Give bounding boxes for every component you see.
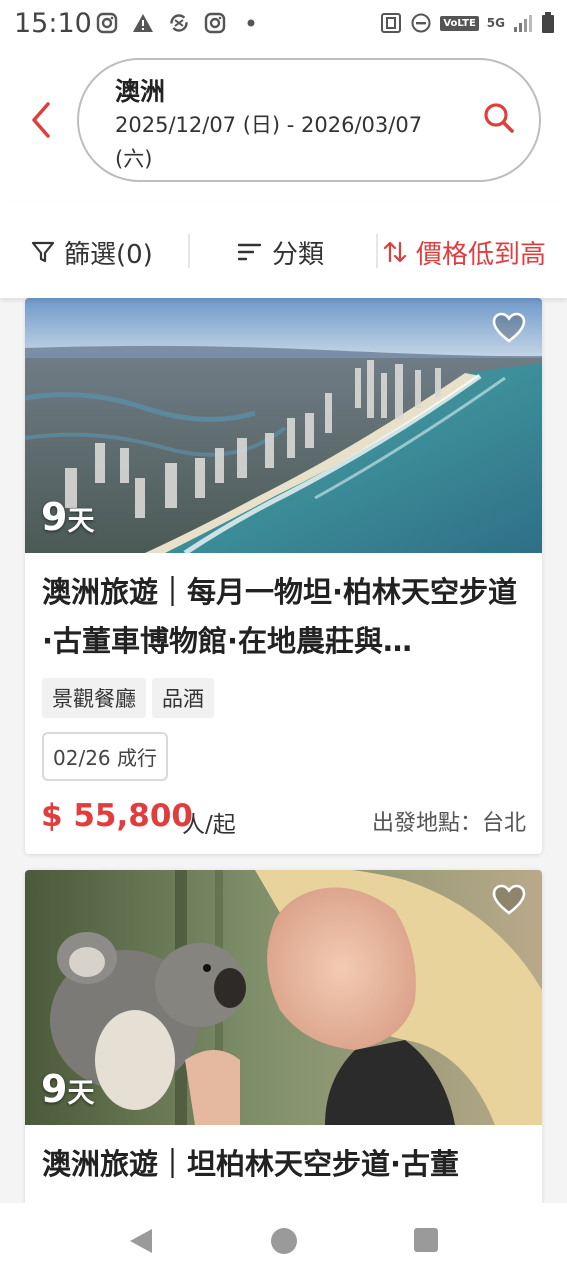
- tour-title[interactable]: 澳洲旅遊｜每月一物坦·柏林天空步道·古董車博物館·在地農莊與…: [42, 568, 526, 666]
- duration-number: 9: [41, 495, 68, 539]
- sort-button[interactable]: 分類: [236, 232, 324, 272]
- instagram-icon: [204, 12, 226, 34]
- signal-icon: [514, 15, 532, 32]
- status-left-icons: [96, 12, 262, 34]
- 5g-icon: 5G: [486, 16, 505, 30]
- tour-image-koala[interactable]: 9天: [25, 870, 542, 1125]
- recents-icon[interactable]: [413, 1227, 439, 1253]
- tour-duration: 9天: [41, 495, 94, 539]
- status-right-icons: VoLTE 5G: [380, 12, 555, 34]
- dot-icon: [247, 19, 255, 27]
- tag-badge: 景觀餐廳: [42, 678, 146, 718]
- duration-unit: 天: [67, 506, 95, 537]
- destination-text: 澳洲: [115, 77, 166, 106]
- warning-icon: [133, 14, 153, 32]
- price-sort-button[interactable]: 價格低到高: [382, 232, 546, 272]
- duration-number: 9: [41, 1067, 68, 1111]
- filter-bar: 篩選(0) 分類 價格低到高: [0, 202, 567, 298]
- search-summary-box[interactable]: 澳洲 2025/12/07 (日) - 2026/03/07 (六): [77, 58, 541, 182]
- status-time: 15:10: [14, 8, 92, 39]
- filter-label: 篩選(0): [64, 239, 153, 270]
- filter-icon: [31, 241, 55, 263]
- heart-icon[interactable]: [492, 884, 526, 916]
- heart-icon[interactable]: [492, 312, 526, 344]
- divider: [188, 234, 190, 268]
- tour-card[interactable]: 9天 澳洲旅遊｜坦柏林天空步道·古董: [25, 870, 542, 1203]
- date-range-text: 2025/12/07 (日) - 2026/03/07 (六): [115, 113, 423, 171]
- back-icon[interactable]: [128, 1227, 154, 1255]
- tag-badge: 品酒: [152, 678, 214, 718]
- tour-image-gold-coast[interactable]: 9天: [25, 298, 542, 553]
- nfc-icon: [381, 13, 402, 33]
- tour-tags: 景觀餐廳 品酒: [42, 678, 214, 718]
- tour-price: $ 55,800: [41, 798, 193, 834]
- duration-unit: 天: [67, 1078, 95, 1109]
- sort-lines-icon: [237, 243, 262, 261]
- status-bar: 15:10 VoLTE 5G: [0, 0, 567, 52]
- home-icon[interactable]: [270, 1227, 298, 1255]
- tour-title[interactable]: 澳洲旅遊｜坦柏林天空步道·古董: [42, 1140, 526, 1203]
- dnd-icon: [411, 13, 431, 33]
- search-header: 澳洲 2025/12/07 (日) - 2026/03/07 (六): [0, 52, 567, 202]
- tour-list: 9天 澳洲旅遊｜每月一物坦·柏林天空步道·古董車博物館·在地農莊與… 景觀餐廳 …: [0, 298, 567, 1203]
- tour-card[interactable]: 9天 澳洲旅遊｜每月一物坦·柏林天空步道·古董車博物館·在地農莊與… 景觀餐廳 …: [25, 298, 542, 854]
- volte-icon: VoLTE: [440, 15, 479, 31]
- sort-label: 分類: [272, 239, 325, 270]
- price-sort-label: 價格低到高: [416, 239, 547, 270]
- divider: [376, 234, 378, 268]
- system-nav-bar: [0, 1203, 567, 1280]
- battery-icon: [542, 12, 554, 33]
- filter-button[interactable]: 篩選(0): [30, 232, 153, 272]
- tour-duration: 9天: [41, 1067, 94, 1111]
- sort-arrows-icon: [383, 241, 407, 263]
- departure-badge: 02/26 成行: [42, 732, 168, 781]
- departure-city: 出發地點：台北: [371, 811, 526, 836]
- sync-icon: [170, 14, 188, 32]
- price-unit: 人/起: [182, 812, 236, 838]
- search-icon[interactable]: [481, 100, 517, 136]
- coastline-photo: [25, 298, 542, 553]
- instagram-icon: [96, 12, 118, 34]
- back-arrow-icon[interactable]: [26, 100, 58, 140]
- koala-photo: [25, 870, 542, 1125]
